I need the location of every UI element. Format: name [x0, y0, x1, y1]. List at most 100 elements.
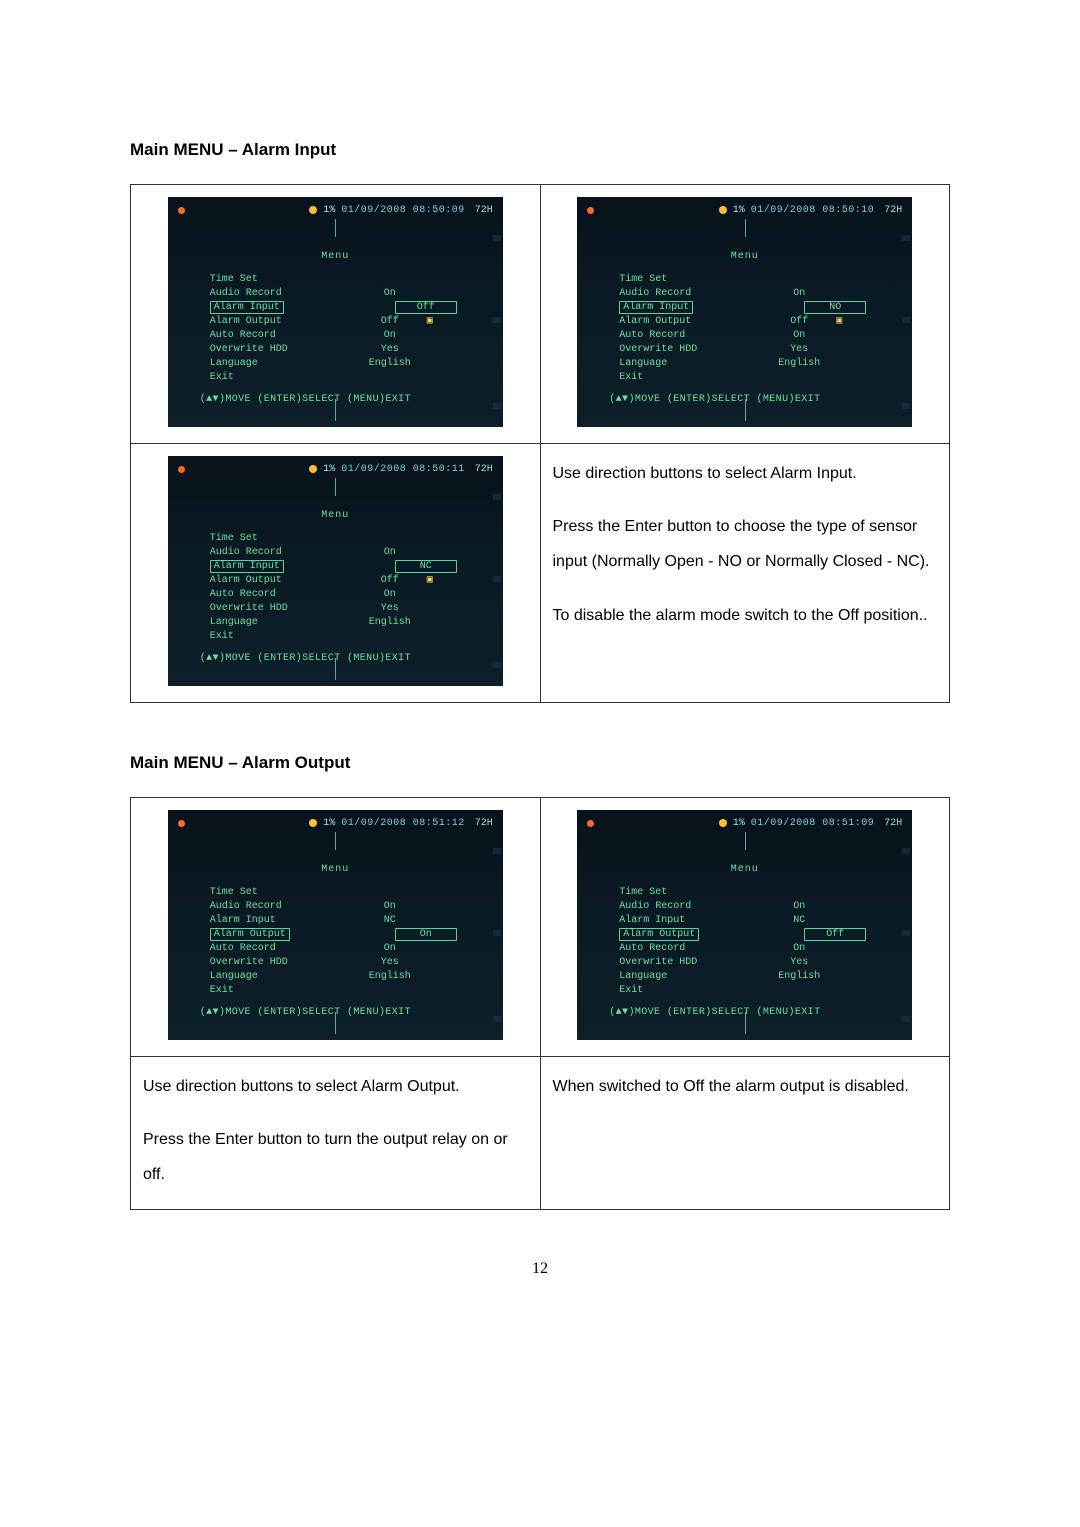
menu-item-language[interactable]: Language — [619, 971, 769, 982]
menu-item-exit[interactable]: Exit — [619, 985, 769, 996]
menu-item-audio-record[interactable]: Audio Record — [210, 901, 360, 912]
alarm-input-value[interactable]: NO — [804, 301, 866, 314]
menu-header: Menu — [178, 251, 493, 262]
menu-item-overwrite-hdd[interactable]: Overwrite HDD — [210, 603, 360, 614]
menu-item-audio-record[interactable]: Audio Record — [210, 547, 360, 558]
nav-hint: (▲▼)MOVE (ENTER)SELECT (MENU)EXIT — [200, 1007, 493, 1018]
hdd-percent: 1% — [733, 818, 745, 829]
menu-item-exit[interactable]: Exit — [210, 985, 360, 996]
menu-item-alarm-input[interactable]: Alarm Input — [619, 301, 693, 314]
alarm-output-value[interactable]: On — [395, 928, 457, 941]
menu-item-time-set[interactable]: Time Set — [210, 533, 360, 544]
hours-remaining: 72H — [884, 818, 902, 829]
timestamp: 01/09/2008 08:50:09 — [341, 205, 465, 216]
dvr-screenshot-input-nc: 1% 01/09/2008 08:50:11 72H Menu Time Set… — [168, 456, 503, 686]
hours-remaining: 72H — [884, 205, 902, 216]
hdd-percent: 1% — [323, 205, 335, 216]
menu-item-language[interactable]: Language — [210, 358, 360, 369]
menu-item-overwrite-hdd[interactable]: Overwrite HDD — [210, 344, 360, 355]
record-icon — [587, 820, 594, 827]
nav-hint: (▲▼)MOVE (ENTER)SELECT (MENU)EXIT — [609, 1007, 902, 1018]
record-icon — [587, 207, 594, 214]
hdd-percent: 1% — [323, 464, 335, 475]
instruction-line: To disable the alarm mode switch to the … — [553, 598, 938, 633]
menu-item-auto-record[interactable]: Auto Record — [619, 330, 769, 341]
instruction-line: When switched to Off the alarm output is… — [553, 1069, 938, 1104]
timestamp: 01/09/2008 08:51:09 — [751, 818, 875, 829]
hours-remaining: 72H — [475, 818, 493, 829]
menu-item-auto-record[interactable]: Auto Record — [210, 589, 360, 600]
tape-icon: ▣ — [829, 315, 849, 327]
section-title: Main MENU – Alarm Input — [130, 140, 950, 160]
menu-item-time-set[interactable]: Time Set — [619, 274, 769, 285]
menu-item-auto-record[interactable]: Auto Record — [210, 943, 360, 954]
menu-item-time-set[interactable]: Time Set — [619, 887, 769, 898]
hdd-percent: 1% — [733, 205, 745, 216]
alarm-output-instructions-right: When switched to Off the alarm output is… — [540, 1057, 950, 1210]
nav-hint: (▲▼)MOVE (ENTER)SELECT (MENU)EXIT — [200, 394, 493, 405]
status-icon — [719, 819, 727, 827]
instruction-line: Press the Enter button to turn the outpu… — [143, 1122, 528, 1192]
menu-item-alarm-input[interactable]: Alarm Input — [210, 560, 284, 573]
dvr-screenshot-input-off: 1% 01/09/2008 08:50:09 72H Menu Time Set… — [168, 197, 503, 427]
record-icon — [178, 820, 185, 827]
menu-item-exit[interactable]: Exit — [619, 372, 769, 383]
alarm-input-table: 1% 01/09/2008 08:50:09 72H Menu Time Set… — [130, 184, 950, 703]
instruction-line: Use direction buttons to select Alarm In… — [553, 456, 938, 491]
status-icon — [309, 465, 317, 473]
alarm-output-value[interactable]: Off — [804, 928, 866, 941]
alarm-input-value[interactable]: NC — [395, 560, 457, 573]
menu-item-alarm-output[interactable]: Alarm Output — [210, 316, 360, 327]
hours-remaining: 72H — [475, 205, 493, 216]
menu-item-alarm-input[interactable]: Alarm Input — [210, 915, 360, 926]
menu-item-alarm-output[interactable]: Alarm Output — [619, 316, 769, 327]
timestamp: 01/09/2008 08:51:12 — [341, 818, 465, 829]
instruction-line: Press the Enter button to choose the typ… — [553, 509, 938, 579]
menu-item-auto-record[interactable]: Auto Record — [619, 943, 769, 954]
menu-item-alarm-output[interactable]: Alarm Output — [210, 575, 360, 586]
instruction-line: Use direction buttons to select Alarm Ou… — [143, 1069, 528, 1104]
alarm-input-instructions: Use direction buttons to select Alarm In… — [540, 444, 950, 703]
menu-item-audio-record[interactable]: Audio Record — [619, 288, 769, 299]
menu-item-audio-record[interactable]: Audio Record — [210, 288, 360, 299]
status-icon — [719, 206, 727, 214]
menu-item-alarm-output[interactable]: Alarm Output — [210, 928, 290, 941]
hdd-percent: 1% — [323, 818, 335, 829]
menu-item-time-set[interactable]: Time Set — [210, 887, 360, 898]
record-icon — [178, 207, 185, 214]
section-title: Main MENU – Alarm Output — [130, 753, 950, 773]
nav-hint: (▲▼)MOVE (ENTER)SELECT (MENU)EXIT — [200, 653, 493, 664]
menu-item-overwrite-hdd[interactable]: Overwrite HDD — [210, 957, 360, 968]
menu-item-audio-record[interactable]: Audio Record — [619, 901, 769, 912]
menu-item-language[interactable]: Language — [210, 971, 360, 982]
dvr-screenshot-output-on: 1% 01/09/2008 08:51:12 72H Menu Time Set… — [168, 810, 503, 1040]
status-icon — [309, 819, 317, 827]
menu-item-language[interactable]: Language — [210, 617, 360, 628]
tape-icon: ▣ — [420, 574, 440, 586]
menu-header: Menu — [587, 864, 902, 875]
menu-item-alarm-input[interactable]: Alarm Input — [619, 915, 769, 926]
timestamp: 01/09/2008 08:50:10 — [751, 205, 875, 216]
menu-item-time-set[interactable]: Time Set — [210, 274, 360, 285]
menu-item-alarm-output[interactable]: Alarm Output — [619, 928, 699, 941]
menu-item-overwrite-hdd[interactable]: Overwrite HDD — [619, 344, 769, 355]
menu-header: Menu — [178, 864, 493, 875]
record-icon — [178, 466, 185, 473]
menu-header: Menu — [587, 251, 902, 262]
menu-item-alarm-input[interactable]: Alarm Input — [210, 301, 284, 314]
dvr-screenshot-output-off: 1% 01/09/2008 08:51:09 72H Menu Time Set… — [577, 810, 912, 1040]
nav-hint: (▲▼)MOVE (ENTER)SELECT (MENU)EXIT — [609, 394, 902, 405]
menu-header: Menu — [178, 510, 493, 521]
menu-item-overwrite-hdd[interactable]: Overwrite HDD — [619, 957, 769, 968]
alarm-input-value[interactable]: Off — [395, 301, 457, 314]
status-icon — [309, 206, 317, 214]
dvr-screenshot-input-no: 1% 01/09/2008 08:50:10 72H Menu Time Set… — [577, 197, 912, 427]
menu-item-exit[interactable]: Exit — [210, 631, 360, 642]
menu-item-exit[interactable]: Exit — [210, 372, 360, 383]
alarm-output-table: 1% 01/09/2008 08:51:12 72H Menu Time Set… — [130, 797, 950, 1210]
timestamp: 01/09/2008 08:50:11 — [341, 464, 465, 475]
alarm-output-instructions-left: Use direction buttons to select Alarm Ou… — [131, 1057, 541, 1210]
hours-remaining: 72H — [475, 464, 493, 475]
menu-item-language[interactable]: Language — [619, 358, 769, 369]
menu-item-auto-record[interactable]: Auto Record — [210, 330, 360, 341]
